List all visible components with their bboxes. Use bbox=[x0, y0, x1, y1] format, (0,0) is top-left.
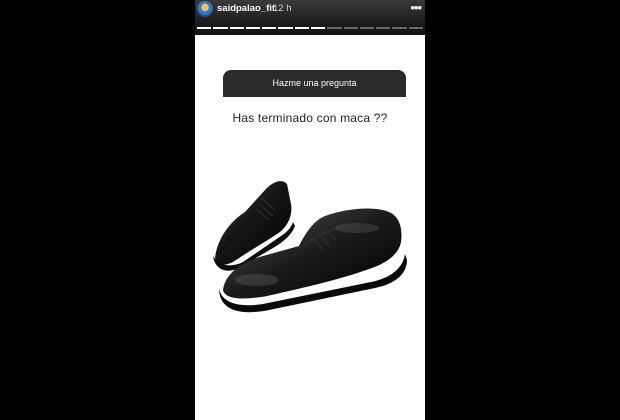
progress-segment bbox=[376, 27, 391, 29]
progress-segment bbox=[408, 27, 423, 29]
progress-segment bbox=[327, 27, 342, 29]
profile-avatar[interactable] bbox=[197, 1, 213, 17]
story-username[interactable]: saidpalao_fit bbox=[217, 3, 275, 14]
progress-segment bbox=[278, 27, 293, 29]
progress-segment bbox=[310, 27, 326, 29]
progress-segment bbox=[213, 27, 228, 29]
progress-segment bbox=[392, 27, 407, 29]
shoes-image bbox=[213, 181, 407, 313]
story-time: 12 h bbox=[273, 3, 292, 14]
progress-segment bbox=[359, 27, 375, 29]
question-sticker-header[interactable]: Hazme una pregunta bbox=[223, 70, 406, 97]
progress-segment bbox=[262, 27, 277, 29]
story-viewer[interactable]: saidpalao_fit 12 h ••• Hazme una pregunt… bbox=[195, 0, 425, 420]
progress-segment bbox=[197, 27, 212, 29]
progress-segment bbox=[343, 27, 358, 29]
progress-segment bbox=[245, 27, 261, 29]
question-text: Has terminado con maca ?? bbox=[232, 111, 388, 125]
progress-segment bbox=[229, 27, 244, 29]
progress-segment bbox=[294, 27, 309, 29]
more-dots-icon[interactable]: ••• bbox=[410, 0, 422, 15]
story-progress-bar bbox=[197, 27, 423, 29]
